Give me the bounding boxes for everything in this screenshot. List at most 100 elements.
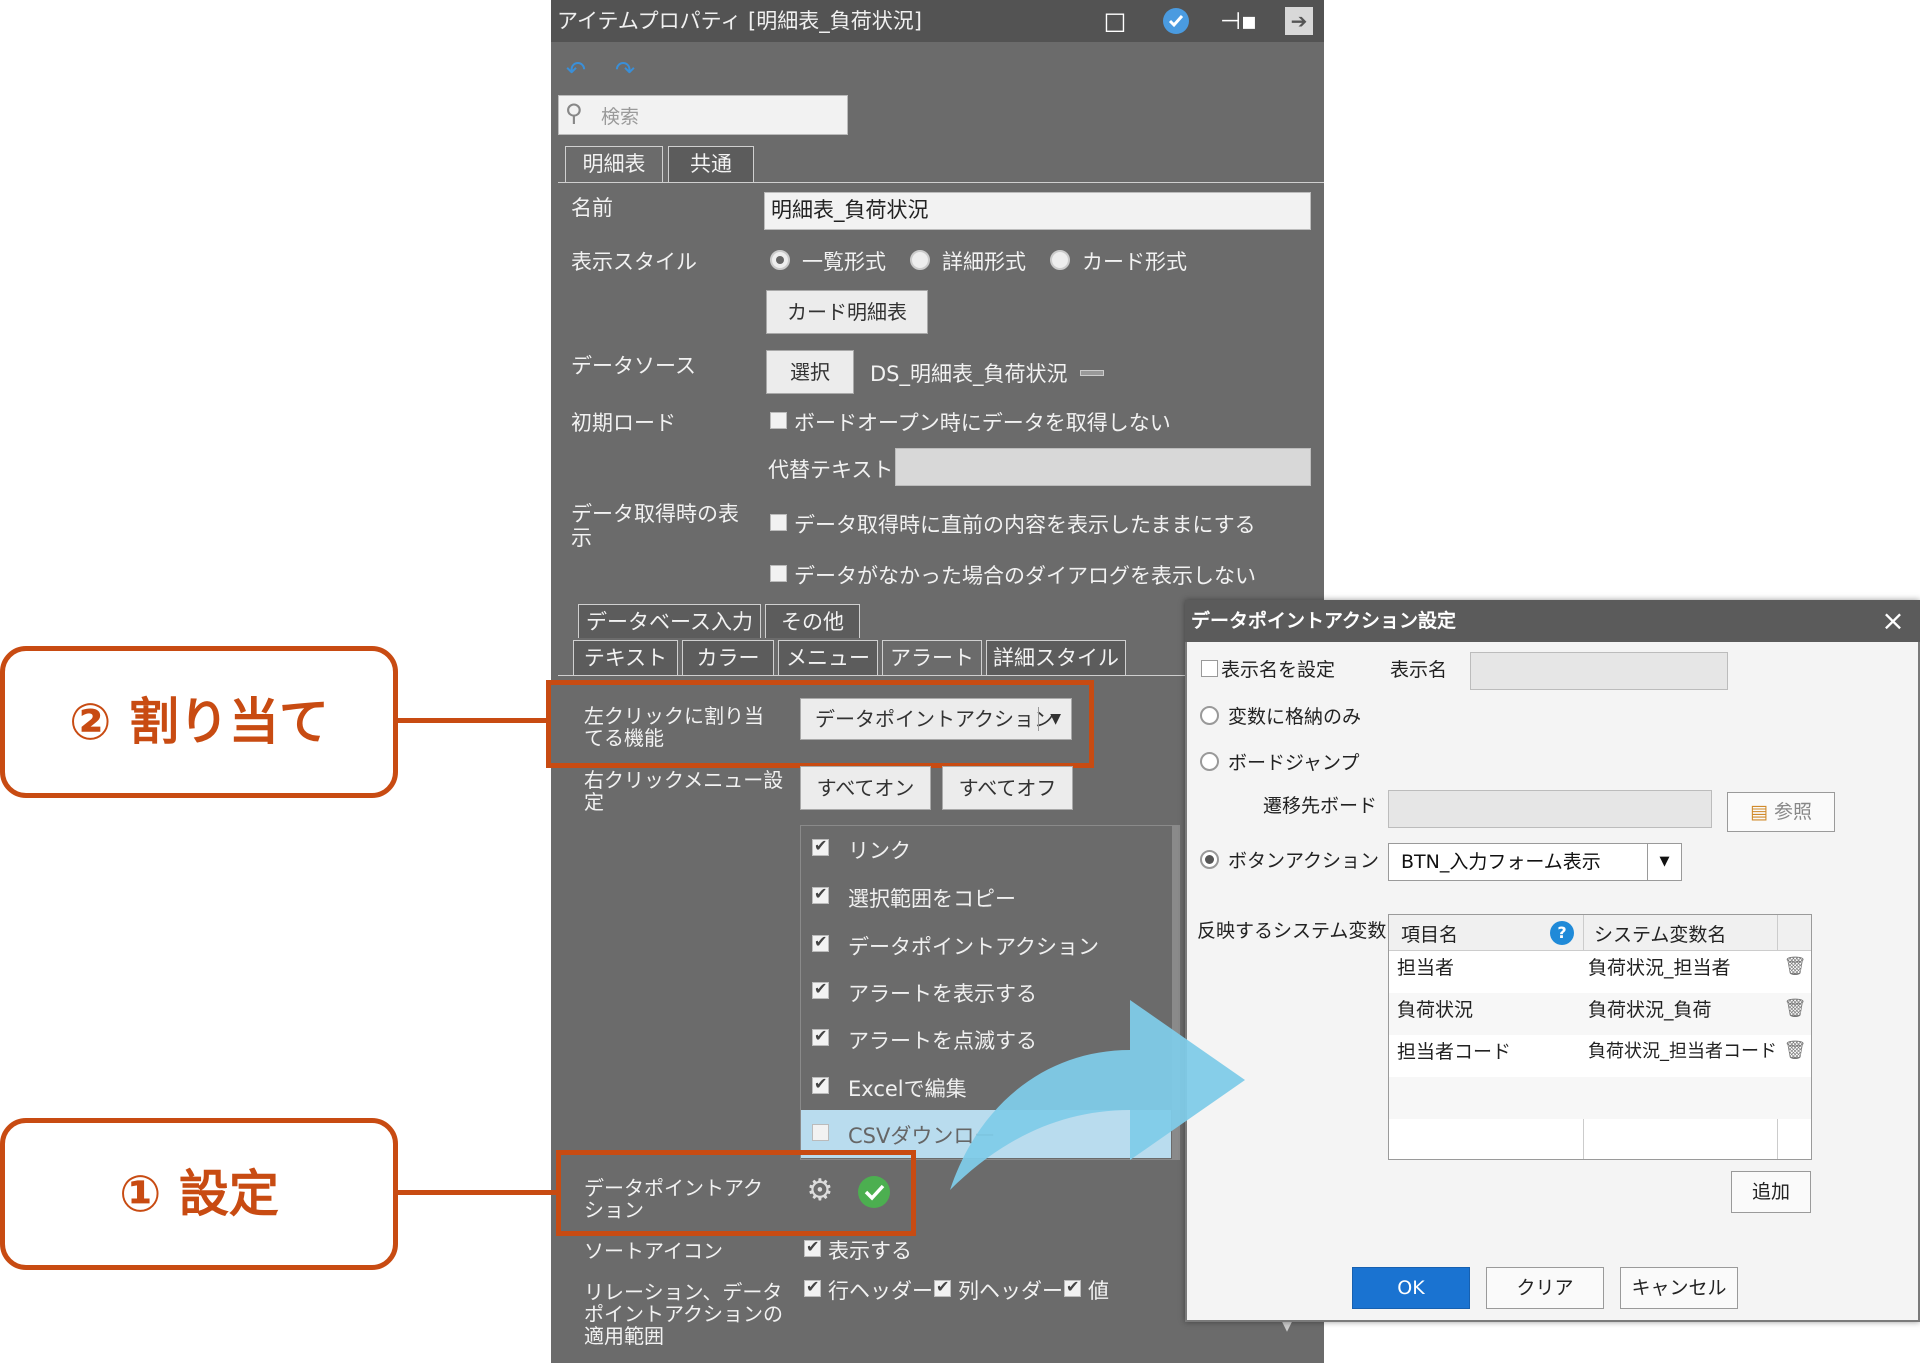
tab-detail-style[interactable]: 詳細スタイル (986, 640, 1126, 675)
style-label: 表示スタイル (571, 250, 697, 274)
relation-label-3: 適用範囲 (584, 1324, 664, 1348)
menu-item-checkbox[interactable] (812, 932, 829, 952)
trash-icon[interactable]: 🗑 (1783, 998, 1807, 1024)
datasource-clear-icon[interactable] (1080, 370, 1104, 376)
initial-load-checkbox[interactable] (770, 412, 787, 429)
redo-icon[interactable]: ↷ (612, 55, 638, 84)
sort-icon-text: 表示する (828, 1239, 912, 1263)
menu-item-checkbox[interactable] (812, 979, 829, 999)
radio-store-only[interactable] (1200, 706, 1219, 725)
check-icon[interactable] (1163, 8, 1189, 34)
card-detail-button[interactable]: カード明細表 (766, 290, 928, 334)
trash-icon[interactable]: 🗑 (1783, 956, 1807, 982)
relation-col-header-checkbox[interactable] (934, 1277, 951, 1297)
all-off-button[interactable]: すべてオフ (942, 766, 1073, 810)
tab-common[interactable]: 共通 (668, 146, 754, 182)
relation-col-header-text: 列ヘッダー (958, 1279, 1063, 1303)
menu-item-checkbox[interactable] (812, 1026, 829, 1046)
tab-meisaihyo[interactable]: 明細表 (565, 146, 663, 182)
fetch-display-label-2: 示 (571, 526, 592, 550)
ok-button[interactable]: OK (1352, 1267, 1470, 1309)
alt-text-label: 代替テキスト (768, 458, 894, 482)
menu-item-checkbox[interactable] (812, 884, 829, 904)
initial-load-text: ボードオープン時にデータを取得しない (794, 411, 1171, 435)
radio-card-style[interactable] (1050, 250, 1070, 270)
radio-list-style[interactable] (770, 250, 790, 270)
row-sysvar: 負荷状況_担当者コード (1588, 1041, 1777, 1062)
datasource-label: データソース (571, 354, 696, 378)
all-on-button[interactable]: すべてオン (800, 766, 931, 810)
flow-arrow-icon (950, 1000, 1245, 1190)
button-action-select[interactable]: BTN_入力フォーム表示 ▼ (1388, 843, 1682, 881)
relation-row-header-text: 行ヘッダー (828, 1279, 933, 1303)
button-action-value: BTN_入力フォーム表示 (1401, 851, 1601, 873)
fetch-keep-checkbox[interactable] (770, 514, 787, 531)
name-label: 名前 (571, 196, 613, 220)
flow-arrow-shape (950, 1000, 1245, 1190)
name-input[interactable]: 明細表_負荷状況 (764, 192, 1311, 230)
fetch-keep-text: データ取得時に直前の内容を表示したままにする (794, 513, 1256, 537)
browse-icon: ▤ (1749, 801, 1768, 823)
row-sysvar: 負荷状況_担当者 (1588, 957, 1731, 979)
style-option-detail: 詳細形式 (942, 250, 1026, 274)
tab-other[interactable]: その他 (765, 604, 860, 638)
target-board-input[interactable] (1388, 790, 1712, 828)
pin-icon[interactable]: ⊣▪ (1220, 6, 1257, 36)
close-icon[interactable]: × (1876, 604, 1910, 638)
search-input[interactable]: ⚲ 検索 (558, 95, 848, 135)
display-name-checkbox[interactable] (1201, 660, 1218, 677)
undo-icon[interactable]: ↶ (563, 55, 589, 84)
clear-button[interactable]: クリア (1486, 1267, 1604, 1309)
sysvar-label: 反映するシステム変数 (1197, 920, 1387, 942)
row-item: 負荷状況 (1397, 999, 1474, 1021)
datasource-value: DS_明細表_負荷状況 (870, 362, 1068, 386)
sort-icon-checkbox[interactable] (804, 1237, 821, 1257)
radio-board-jump[interactable] (1200, 752, 1219, 771)
panel-title: アイテムプロパティ [明細表_負荷状況] (551, 0, 1324, 42)
chevron-down-icon: ▼ (1647, 844, 1681, 880)
no-data-dialog-checkbox[interactable] (770, 565, 787, 582)
select-button[interactable]: 選択 (766, 350, 854, 394)
radio-detail-style[interactable] (910, 250, 930, 270)
exit-icon[interactable]: ➔ (1285, 7, 1313, 35)
style-option-card: カード形式 (1082, 250, 1187, 274)
menu-item-dpa: データポイントアクション (848, 935, 1099, 959)
setting-highlight-box (556, 1150, 916, 1236)
fetch-display-label: データ取得時の表 (571, 502, 739, 526)
trash-icon[interactable]: 🗑 (1783, 1040, 1807, 1066)
row-sysvar: 負荷状況_負荷 (1588, 999, 1712, 1021)
alt-text-input[interactable] (895, 448, 1311, 486)
menu-item-link: リンク (848, 839, 911, 863)
callout-setting: ① 設定 (0, 1118, 398, 1270)
menu-item-copy: 選択範囲をコピー (848, 887, 1016, 911)
board-jump-label: ボードジャンプ (1228, 752, 1360, 774)
dialog-title: データポイントアクション設定 (1185, 600, 1920, 642)
relation-row-header-checkbox[interactable] (804, 1277, 821, 1297)
relation-value-text: 値 (1088, 1279, 1109, 1303)
radio-button-action[interactable] (1200, 850, 1219, 869)
target-board-label: 遷移先ボード (1263, 795, 1378, 817)
tab-text[interactable]: テキスト (573, 640, 678, 675)
search-placeholder: 検索 (601, 106, 640, 128)
store-only-label: 変数に格納のみ (1228, 706, 1362, 728)
tab-menu[interactable]: メニュー (778, 640, 878, 675)
tab-database-input[interactable]: データベース入力 (578, 604, 761, 638)
help-icon[interactable]: ? (1550, 921, 1574, 945)
menu-item-checkbox[interactable] (812, 1124, 829, 1141)
display-name-label: 表示名 (1390, 659, 1448, 681)
sort-icon-label: ソートアイコン (584, 1239, 723, 1263)
callout-setting-connector (398, 1190, 558, 1195)
initial-load-label: 初期ロード (571, 411, 676, 435)
tab-alert[interactable]: アラート (882, 640, 982, 675)
tab-color[interactable]: カラー (682, 640, 774, 675)
relation-value-checkbox[interactable] (1064, 1277, 1081, 1297)
callout-assign: ② 割り当て (0, 646, 398, 798)
browse-label: 参照 (1773, 801, 1812, 823)
menu-item-checkbox[interactable] (812, 836, 829, 856)
menu-item-checkbox[interactable] (812, 1074, 829, 1094)
maximize-icon[interactable]: □ (1100, 6, 1130, 36)
display-name-input[interactable] (1470, 652, 1728, 690)
cancel-button[interactable]: キャンセル (1620, 1267, 1738, 1309)
browse-button[interactable]: ▤ 参照 (1727, 792, 1835, 832)
add-button[interactable]: 追加 (1731, 1171, 1811, 1213)
